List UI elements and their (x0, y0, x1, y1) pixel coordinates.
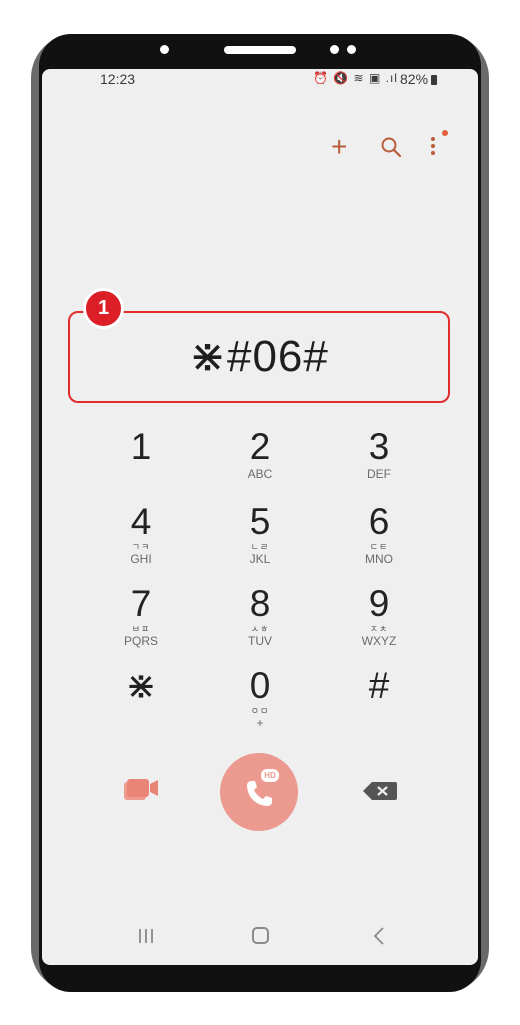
key-1[interactable]: 1 (86, 427, 196, 467)
key-letters: + (256, 716, 264, 730)
key-3[interactable]: 3 DEF (324, 426, 434, 482)
battery-icon (431, 75, 438, 85)
camera-dot (160, 45, 169, 54)
key-2[interactable]: 2 ABC (205, 426, 315, 482)
status-icons: ⏰ 🔇 ≋ ▣ .ıl (313, 71, 398, 85)
phone-screen: 12:23 ⏰ 🔇 ≋ ▣ .ıl 82% + ⋇#06# 1 1 2 ABC … (42, 69, 478, 965)
backspace-icon[interactable] (362, 780, 398, 802)
video-call-icon[interactable] (122, 776, 160, 804)
key-hangul: ㅇㅁ (250, 706, 270, 716)
call-button[interactable]: HD (220, 753, 298, 831)
notification-dot (442, 130, 448, 136)
key-digit: 2 (249, 426, 271, 467)
key-hangul: ㅅㅎ (250, 624, 270, 634)
add-contact-button[interactable]: + (331, 133, 347, 161)
key-hangul: ㄴㄹ (250, 542, 270, 552)
key-hangul: ㅈㅊ (369, 624, 389, 634)
key-digit: ⋇ (125, 665, 157, 706)
key-digit: 9 (368, 583, 390, 624)
dialed-number-field[interactable]: ⋇#06# (68, 311, 450, 403)
home-icon[interactable] (252, 927, 269, 944)
speaker-grille (224, 46, 296, 54)
key-7[interactable]: 7 ㅂㅍ PQRS (86, 583, 196, 649)
key-letters: DEF (367, 467, 391, 481)
key-digit: 3 (368, 426, 390, 467)
key-letters: GHI (130, 552, 152, 566)
hd-badge: HD (261, 769, 279, 782)
key-4[interactable]: 4 ㄱㅋ GHI (86, 501, 196, 567)
status-time: 12:23 (100, 71, 136, 87)
battery-percent: 82% (400, 71, 429, 87)
key-letters: ABC (247, 467, 273, 481)
key-6[interactable]: 6 ㄷㅌ MNO (324, 501, 434, 567)
back-icon[interactable] (372, 925, 386, 947)
key-digit: 8 (249, 583, 271, 624)
key-letters: PQRS (123, 634, 158, 648)
key-letters: WXYZ (361, 634, 397, 648)
sensor-dot (330, 45, 339, 54)
sensor-dot (347, 45, 356, 54)
key-hangul: ㄱㅋ (131, 542, 151, 552)
key-digit: 5 (249, 501, 271, 542)
key-star[interactable]: ⋇ (86, 666, 196, 706)
key-0[interactable]: 0 ㅇㅁ + (205, 665, 315, 731)
key-hangul: ㅂㅍ (131, 624, 151, 634)
key-hash[interactable]: # (324, 666, 434, 706)
recents-icon[interactable] (136, 926, 156, 946)
key-letters: TUV (248, 634, 272, 648)
key-digit: 7 (130, 583, 152, 624)
more-options-icon[interactable] (424, 132, 442, 160)
dialed-number: ⋇#06# (189, 332, 329, 381)
key-hangul: ㄷㅌ (369, 542, 389, 552)
key-9[interactable]: 9 ㅈㅊ WXYZ (324, 583, 434, 649)
key-digit: # (368, 665, 390, 706)
key-5[interactable]: 5 ㄴㄹ JKL (205, 501, 315, 567)
step-badge: 1 (83, 288, 124, 329)
key-digit: 1 (130, 426, 152, 467)
battery-level: 82% (400, 71, 438, 87)
phone-icon (247, 781, 272, 806)
key-8[interactable]: 8 ㅅㅎ TUV (205, 583, 315, 649)
search-icon[interactable] (379, 135, 403, 159)
key-letters: MNO (365, 552, 393, 566)
key-letters: JKL (249, 552, 271, 566)
key-digit: 0 (249, 665, 271, 706)
key-digit: 4 (130, 501, 152, 542)
key-digit: 6 (368, 501, 390, 542)
